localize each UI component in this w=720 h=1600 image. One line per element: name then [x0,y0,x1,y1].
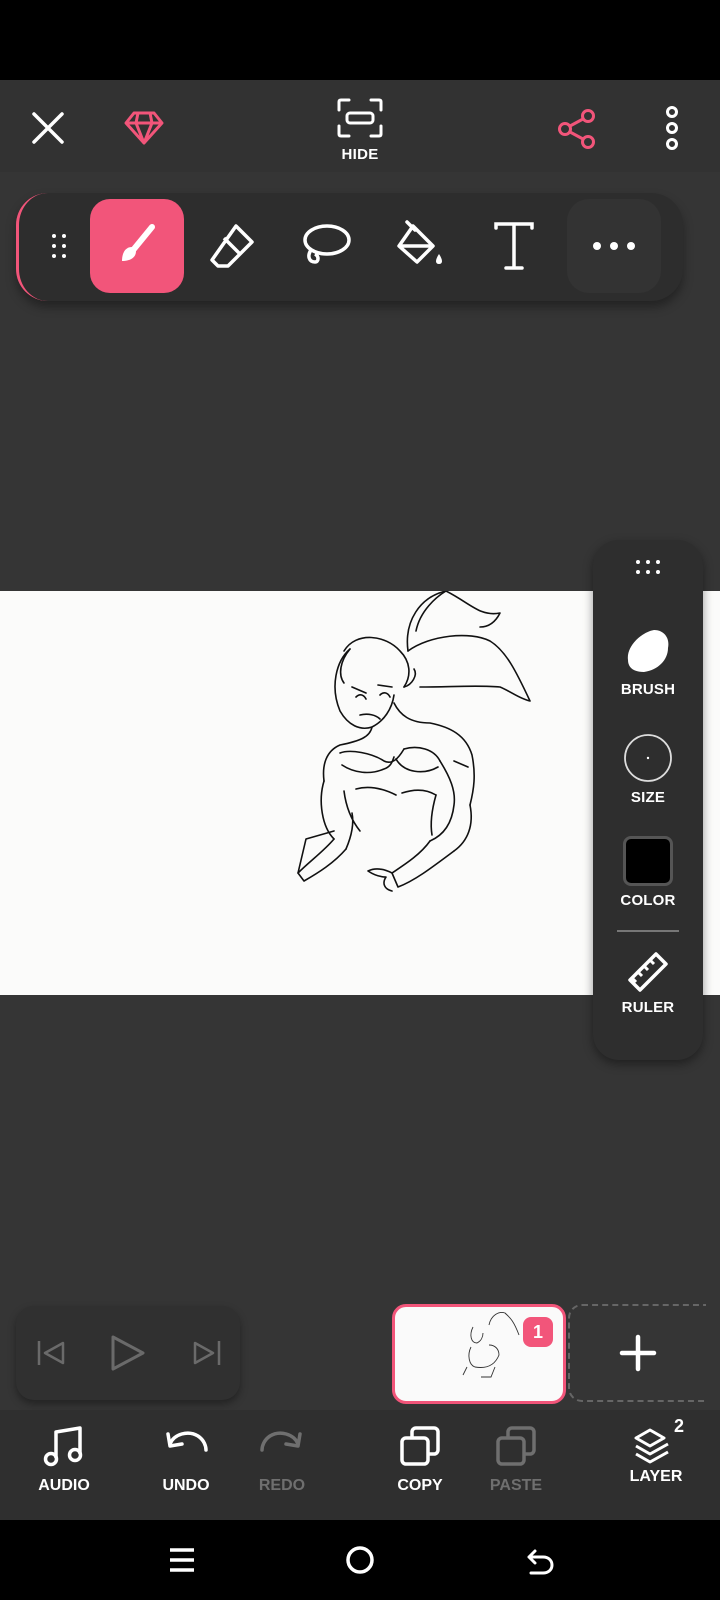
brush-stroke-icon [627,630,669,672]
frame-thumbnail[interactable]: 1 [392,1304,566,1404]
layer-count: 2 [673,1416,684,1436]
play-icon [111,1335,145,1371]
paint-bucket-icon [397,220,442,264]
paste-label: PASTE [489,1477,543,1494]
layers-icon [634,1428,669,1464]
panel-drag-handle[interactable] [593,558,703,581]
lasso-icon [303,224,351,264]
more-vertical-icon [666,106,678,150]
drag-handle-icon [636,560,660,574]
close-icon [32,112,64,144]
playback-controls [16,1306,240,1400]
tool-bar [16,193,683,301]
color-swatch [623,836,673,886]
layer-button[interactable]: 2 LAYER [606,1416,706,1486]
back-icon [527,1549,554,1575]
redo-icon [260,1431,302,1452]
undo-button[interactable]: UNDO [136,1424,236,1495]
toolbar-drag-handle[interactable] [29,199,89,293]
more-options-button[interactable] [658,104,686,152]
undo-icon [166,1431,208,1452]
redo-label: REDO [258,1477,306,1494]
more-horizontal-icon [593,242,635,250]
audio-label: AUDIO [38,1477,90,1494]
first-frame-button[interactable] [30,1332,72,1374]
skip-to-end-icon [193,1341,221,1365]
paste-icon [496,1426,536,1466]
copy-icon [400,1426,440,1466]
brush-label: BRUSH [620,681,676,698]
copy-label: COPY [397,1477,443,1494]
close-button[interactable] [26,106,70,150]
menu-icon [170,1548,194,1572]
home-button[interactable] [342,1542,378,1578]
brush-type-button[interactable]: BRUSH [593,626,703,698]
ruler-icon [628,952,668,992]
fill-tool-button[interactable] [373,199,467,293]
frame-number-badge: 1 [523,1317,553,1347]
lasso-tool-button[interactable] [279,199,373,293]
copy-button[interactable]: COPY [370,1424,470,1495]
fullscreen-icon [337,98,383,138]
diamond-icon [124,111,164,145]
layer-label: LAYER [629,1468,683,1485]
eraser-tool-button[interactable] [185,199,279,293]
size-label: SIZE [630,789,666,806]
plus-icon [619,1334,657,1372]
brush-settings-panel: BRUSH SIZE COLOR RULER [593,540,703,1060]
add-frame-button[interactable] [568,1304,706,1402]
color-label: COLOR [620,892,676,909]
text-icon [494,222,534,270]
color-button[interactable]: COLOR [593,836,703,909]
back-button[interactable] [522,1542,558,1578]
last-frame-button[interactable] [186,1332,228,1374]
size-circle-icon [624,734,672,782]
share-button[interactable] [554,106,600,152]
play-button[interactable] [104,1330,150,1376]
size-button[interactable]: SIZE [593,732,703,806]
redo-button[interactable]: REDO [232,1424,332,1495]
hide-button[interactable] [334,96,386,140]
status-bar [0,0,720,80]
hide-label[interactable]: HIDE [330,146,390,163]
text-tool-button[interactable] [467,199,561,293]
panel-divider [617,930,679,932]
skip-to-start-icon [37,1341,65,1365]
eraser-icon [210,224,254,268]
ruler-button[interactable]: RULER [593,950,703,1016]
brush-icon [122,224,155,261]
home-circle-icon [346,1546,374,1574]
more-tools-button[interactable] [567,199,661,293]
audio-button[interactable]: AUDIO [14,1424,114,1495]
paste-button[interactable]: PASTE [466,1424,566,1495]
ruler-label: RULER [621,999,675,1016]
brush-tool-button[interactable] [90,199,184,293]
premium-button[interactable] [120,106,168,150]
share-icon [558,109,595,149]
undo-label: UNDO [162,1477,210,1494]
recent-apps-button[interactable] [164,1542,200,1578]
system-navigation-bar [0,1520,720,1600]
drag-handle-icon [52,234,66,258]
music-note-icon [43,1426,83,1467]
